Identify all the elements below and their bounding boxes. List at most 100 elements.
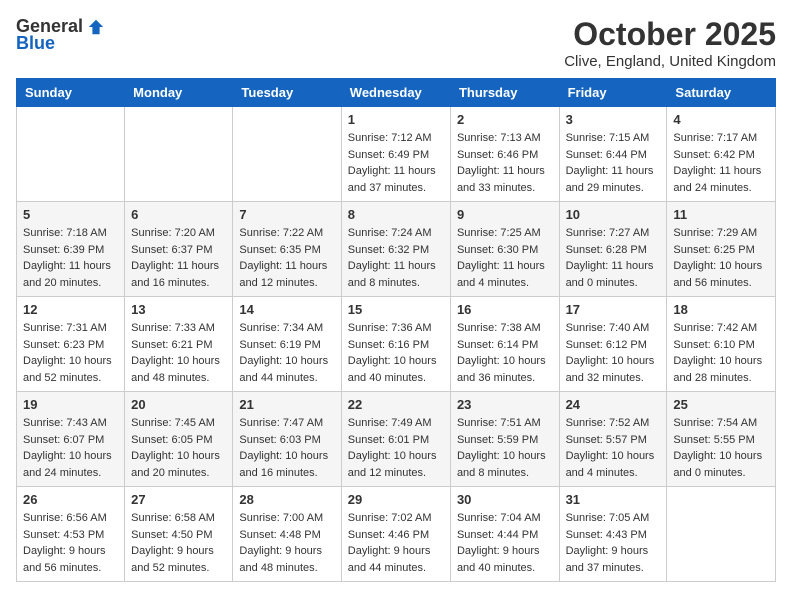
logo: General Blue (16, 16, 105, 54)
daylight: Daylight: 10 hours and 0 minutes. (673, 450, 762, 479)
sunrise: Sunrise: 7:36 AM (348, 322, 432, 334)
sunrise: Sunrise: 7:43 AM (23, 417, 107, 429)
day-number: 24 (566, 397, 661, 412)
sunrise: Sunrise: 7:04 AM (457, 512, 541, 524)
daylight: Daylight: 11 hours and 37 minutes. (348, 165, 436, 194)
logo-icon (87, 18, 105, 36)
header-row: SundayMondayTuesdayWednesdayThursdayFrid… (17, 79, 776, 107)
day-info: Sunrise: 7:42 AM Sunset: 6:10 PM Dayligh… (673, 320, 769, 386)
sunrise: Sunrise: 7:34 AM (239, 322, 323, 334)
sunset: Sunset: 6:12 PM (566, 339, 647, 351)
sunset: Sunset: 6:07 PM (23, 434, 104, 446)
daylight: Daylight: 11 hours and 4 minutes. (457, 260, 545, 289)
sunset: Sunset: 5:55 PM (673, 434, 754, 446)
calendar-cell: 2 Sunrise: 7:13 AM Sunset: 6:46 PM Dayli… (450, 107, 559, 202)
calendar-cell: 6 Sunrise: 7:20 AM Sunset: 6:37 PM Dayli… (125, 202, 233, 297)
daylight: Daylight: 10 hours and 24 minutes. (23, 450, 112, 479)
sunset: Sunset: 6:14 PM (457, 339, 538, 351)
daylight: Daylight: 10 hours and 16 minutes. (239, 450, 328, 479)
calendar-cell: 21 Sunrise: 7:47 AM Sunset: 6:03 PM Dayl… (233, 392, 341, 487)
title-block: October 2025 Clive, England, United King… (564, 16, 776, 70)
sunrise: Sunrise: 7:29 AM (673, 227, 757, 239)
daylight: Daylight: 11 hours and 16 minutes. (131, 260, 219, 289)
calendar-cell: 26 Sunrise: 6:56 AM Sunset: 4:53 PM Dayl… (17, 487, 125, 582)
day-info: Sunrise: 7:38 AM Sunset: 6:14 PM Dayligh… (457, 320, 553, 386)
calendar-cell: 30 Sunrise: 7:04 AM Sunset: 4:44 PM Dayl… (450, 487, 559, 582)
daylight: Daylight: 11 hours and 8 minutes. (348, 260, 436, 289)
calendar-header: SundayMondayTuesdayWednesdayThursdayFrid… (17, 79, 776, 107)
calendar-cell: 19 Sunrise: 7:43 AM Sunset: 6:07 PM Dayl… (17, 392, 125, 487)
calendar-cell: 23 Sunrise: 7:51 AM Sunset: 5:59 PM Dayl… (450, 392, 559, 487)
calendar-week-5: 26 Sunrise: 6:56 AM Sunset: 4:53 PM Dayl… (17, 487, 776, 582)
day-number: 30 (457, 492, 553, 507)
day-number: 28 (239, 492, 334, 507)
day-header-thursday: Thursday (450, 79, 559, 107)
sunrise: Sunrise: 7:17 AM (673, 132, 757, 144)
sunset: Sunset: 6:44 PM (566, 149, 647, 161)
sunset: Sunset: 6:19 PM (239, 339, 320, 351)
day-info: Sunrise: 7:31 AM Sunset: 6:23 PM Dayligh… (23, 320, 118, 386)
day-info: Sunrise: 7:36 AM Sunset: 6:16 PM Dayligh… (348, 320, 444, 386)
location: Clive, England, United Kingdom (564, 53, 776, 70)
sunset: Sunset: 6:42 PM (673, 149, 754, 161)
day-info: Sunrise: 7:20 AM Sunset: 6:37 PM Dayligh… (131, 225, 226, 291)
day-number: 20 (131, 397, 226, 412)
calendar-cell: 18 Sunrise: 7:42 AM Sunset: 6:10 PM Dayl… (667, 297, 776, 392)
day-number: 12 (23, 302, 118, 317)
day-info: Sunrise: 7:04 AM Sunset: 4:44 PM Dayligh… (457, 510, 553, 576)
daylight: Daylight: 10 hours and 32 minutes. (566, 355, 655, 384)
sunset: Sunset: 6:32 PM (348, 244, 429, 256)
daylight: Daylight: 10 hours and 20 minutes. (131, 450, 220, 479)
day-number: 25 (673, 397, 769, 412)
page-header: General Blue October 2025 Clive, England… (16, 16, 776, 70)
sunrise: Sunrise: 7:54 AM (673, 417, 757, 429)
calendar-cell: 17 Sunrise: 7:40 AM Sunset: 6:12 PM Dayl… (559, 297, 667, 392)
calendar-cell (667, 487, 776, 582)
daylight: Daylight: 11 hours and 12 minutes. (239, 260, 327, 289)
sunrise: Sunrise: 7:42 AM (673, 322, 757, 334)
calendar-week-4: 19 Sunrise: 7:43 AM Sunset: 6:07 PM Dayl… (17, 392, 776, 487)
calendar-cell (125, 107, 233, 202)
day-number: 6 (131, 207, 226, 222)
daylight: Daylight: 9 hours and 40 minutes. (457, 545, 540, 574)
day-info: Sunrise: 7:22 AM Sunset: 6:35 PM Dayligh… (239, 225, 334, 291)
sunset: Sunset: 5:59 PM (457, 434, 538, 446)
sunrise: Sunrise: 7:18 AM (23, 227, 107, 239)
sunset: Sunset: 4:44 PM (457, 529, 538, 541)
day-info: Sunrise: 7:25 AM Sunset: 6:30 PM Dayligh… (457, 225, 553, 291)
month-title: October 2025 (564, 16, 776, 53)
calendar-cell: 4 Sunrise: 7:17 AM Sunset: 6:42 PM Dayli… (667, 107, 776, 202)
calendar-cell: 20 Sunrise: 7:45 AM Sunset: 6:05 PM Dayl… (125, 392, 233, 487)
day-number: 5 (23, 207, 118, 222)
sunrise: Sunrise: 7:00 AM (239, 512, 323, 524)
calendar-cell: 7 Sunrise: 7:22 AM Sunset: 6:35 PM Dayli… (233, 202, 341, 297)
sunset: Sunset: 4:48 PM (239, 529, 320, 541)
sunset: Sunset: 6:35 PM (239, 244, 320, 256)
calendar-cell (233, 107, 341, 202)
day-number: 13 (131, 302, 226, 317)
daylight: Daylight: 10 hours and 8 minutes. (457, 450, 546, 479)
sunset: Sunset: 6:05 PM (131, 434, 212, 446)
sunset: Sunset: 6:21 PM (131, 339, 212, 351)
day-number: 3 (566, 112, 661, 127)
calendar-cell: 29 Sunrise: 7:02 AM Sunset: 4:46 PM Dayl… (341, 487, 450, 582)
calendar-cell (17, 107, 125, 202)
day-number: 22 (348, 397, 444, 412)
sunrise: Sunrise: 7:22 AM (239, 227, 323, 239)
daylight: Daylight: 10 hours and 12 minutes. (348, 450, 437, 479)
calendar-cell: 3 Sunrise: 7:15 AM Sunset: 6:44 PM Dayli… (559, 107, 667, 202)
sunrise: Sunrise: 7:20 AM (131, 227, 215, 239)
daylight: Daylight: 11 hours and 20 minutes. (23, 260, 111, 289)
calendar-cell: 1 Sunrise: 7:12 AM Sunset: 6:49 PM Dayli… (341, 107, 450, 202)
day-info: Sunrise: 7:05 AM Sunset: 4:43 PM Dayligh… (566, 510, 661, 576)
daylight: Daylight: 10 hours and 56 minutes. (673, 260, 762, 289)
day-number: 7 (239, 207, 334, 222)
sunrise: Sunrise: 7:51 AM (457, 417, 541, 429)
day-number: 8 (348, 207, 444, 222)
day-info: Sunrise: 7:29 AM Sunset: 6:25 PM Dayligh… (673, 225, 769, 291)
day-number: 18 (673, 302, 769, 317)
calendar-cell: 15 Sunrise: 7:36 AM Sunset: 6:16 PM Dayl… (341, 297, 450, 392)
day-number: 14 (239, 302, 334, 317)
day-number: 17 (566, 302, 661, 317)
sunset: Sunset: 6:10 PM (673, 339, 754, 351)
